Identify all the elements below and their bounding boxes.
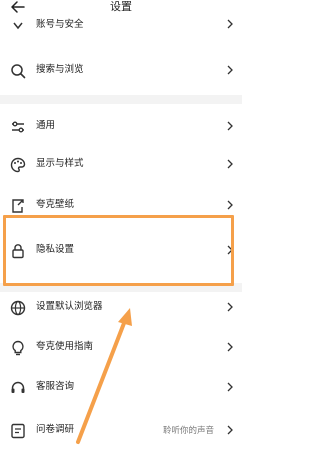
row-display-style[interactable]: 显示与样式 [0, 152, 242, 178]
chevron-right-icon [227, 342, 233, 352]
lightbulb-icon [12, 340, 24, 356]
sliders-icon [12, 121, 24, 133]
chevron-right-icon [227, 200, 233, 210]
chevron-right-icon [227, 159, 233, 169]
row-label: 搜索与浏览 [36, 64, 84, 75]
row-label: 设置默认浏览器 [36, 301, 103, 312]
row-label: 客服咨询 [36, 381, 75, 392]
row-survey[interactable]: 问卷调研 聆听你的声音 [0, 418, 242, 444]
chevron-right-icon [227, 382, 233, 392]
headset-icon [11, 381, 25, 393]
row-support[interactable]: 客服咨询 [0, 375, 242, 401]
section-divider [0, 95, 242, 104]
row-label: 夸克使用指南 [36, 341, 94, 352]
row-search-browse[interactable]: 搜索与浏览 [0, 58, 242, 84]
row-label: 问卷调研 [36, 424, 75, 435]
row-default-browser[interactable]: 设置默认浏览器 [0, 295, 242, 321]
row-hint: 聆听你的声音 [162, 426, 214, 436]
row-guide[interactable]: 夸克使用指南 [0, 335, 242, 361]
row-label: 显示与样式 [36, 158, 84, 169]
survey-icon [11, 423, 25, 439]
chevron-right-icon [227, 65, 233, 75]
row-general[interactable]: 通用 [0, 114, 242, 140]
chevron-right-icon [227, 302, 233, 312]
shield-icon [13, 22, 23, 30]
highlight-box [3, 215, 234, 286]
search-icon [11, 64, 26, 79]
row-account-security[interactable]: 账号与安全 [0, 12, 242, 38]
row-label: 夸克壁纸 [36, 199, 75, 210]
chevron-right-icon [227, 425, 233, 435]
palette-icon [10, 157, 26, 173]
row-label: 账号与安全 [36, 19, 84, 30]
globe-icon [10, 300, 26, 316]
row-label: 通用 [36, 120, 56, 131]
chevron-right-icon [227, 19, 233, 29]
wallpaper-icon [12, 199, 24, 213]
chevron-right-icon [227, 121, 233, 131]
